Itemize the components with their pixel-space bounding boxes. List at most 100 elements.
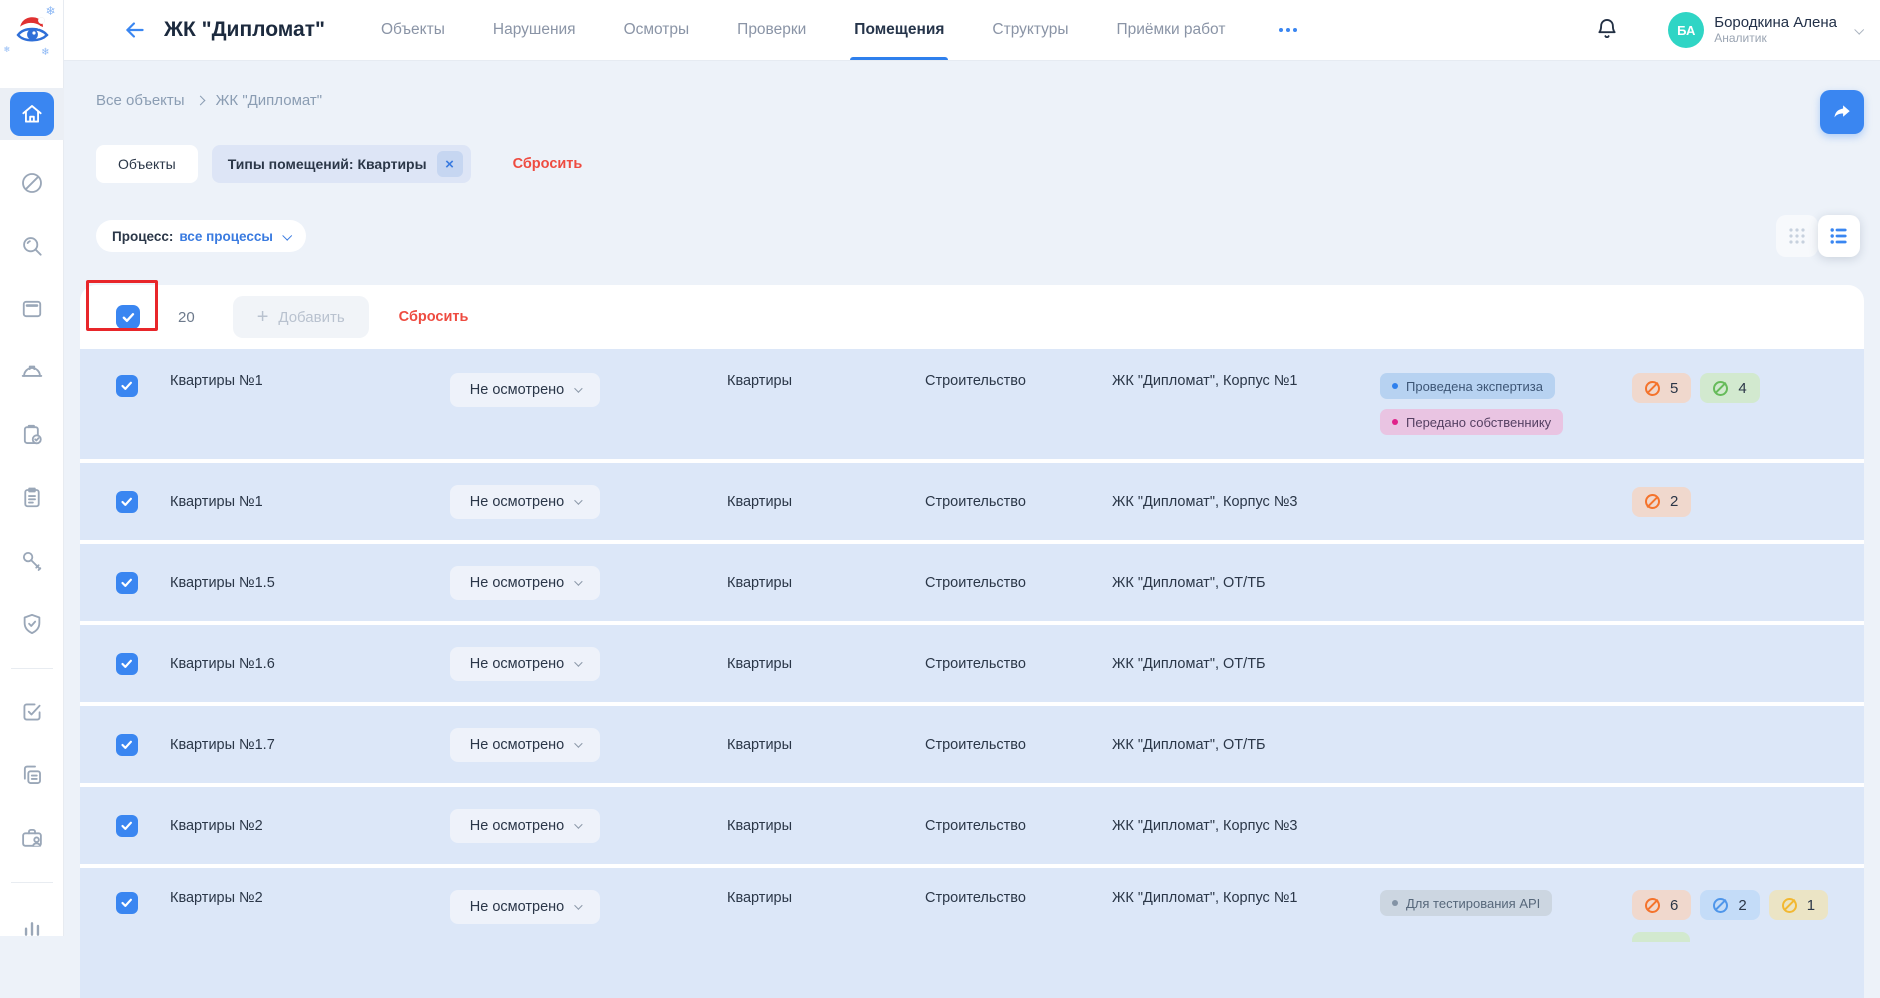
process-name: Строительство: [925, 575, 1112, 591]
add-button[interactable]: + Добавить: [233, 296, 369, 338]
table-row[interactable]: Квартиры №2Не осмотреноКвартирыСтроитель…: [80, 787, 1864, 864]
status-dropdown[interactable]: Не осмотрено: [450, 566, 600, 600]
sidebar-item-shield-check[interactable]: [12, 604, 52, 644]
snowflake-icon: ❄: [45, 4, 55, 18]
tab-проверки[interactable]: Проверки: [737, 0, 806, 60]
premise-location: ЖК "Дипломат", ОТ/ТБ: [1112, 575, 1380, 591]
tab-нарушения[interactable]: Нарушения: [493, 0, 576, 60]
premise-type: Квартиры: [727, 890, 925, 906]
row-checkbox[interactable]: [116, 572, 138, 594]
status-cell: Не осмотрено: [450, 373, 727, 407]
objects-filter-chip[interactable]: Объекты: [96, 145, 198, 183]
home-icon: [10, 92, 54, 136]
row-checkbox-cell: [116, 373, 170, 397]
status-dropdown[interactable]: Не осмотрено: [450, 373, 600, 407]
ellipsis-icon: [1293, 28, 1297, 32]
reset-filters-link[interactable]: Сбросить: [513, 156, 583, 172]
process-name: Строительство: [925, 737, 1112, 753]
tag-label: Для тестирования API: [1406, 896, 1540, 911]
row-checkbox[interactable]: [116, 491, 138, 513]
premise-type: Квартиры: [727, 373, 925, 389]
app-logo[interactable]: ❄ ❄ ❄: [0, 0, 64, 60]
status-dropdown[interactable]: Не осмотрено: [450, 647, 600, 681]
status-cell: Не осмотрено: [450, 566, 727, 600]
sidebar-item-home[interactable]: [0, 88, 64, 140]
sidebar-item-hard-hat[interactable]: [12, 352, 52, 392]
tab-объекты[interactable]: Объекты: [381, 0, 445, 60]
process-name: Строительство: [925, 656, 1112, 672]
sidebar-item-bar-chart[interactable]: [12, 906, 52, 946]
sidebar-item-clipboard-list[interactable]: [12, 478, 52, 518]
violation-count-badge: 4: [1700, 373, 1759, 403]
status-value: Не осмотрено: [470, 656, 564, 672]
sidebar: ❄ ❄ ❄: [0, 0, 64, 936]
type-filter-chip: Типы помещений: Квартиры ×: [212, 145, 471, 183]
row-checkbox[interactable]: [116, 734, 138, 756]
status-tag: Для тестирования API: [1380, 890, 1552, 916]
ellipsis-icon: [1286, 28, 1290, 32]
user-menu[interactable]: Бородкина Алена Аналитик: [1714, 14, 1837, 45]
share-arrow-icon: [1831, 101, 1853, 123]
user-name: Бородкина Алена: [1714, 14, 1837, 31]
status-dropdown[interactable]: Не осмотрено: [450, 809, 600, 843]
sidebar-item-copy[interactable]: [12, 755, 52, 795]
premise-name: Квартиры №1: [170, 373, 450, 389]
more-tabs-button[interactable]: [1273, 22, 1303, 38]
premise-name: Квартиры №1.6: [170, 656, 450, 672]
list-view-button[interactable]: [1818, 215, 1860, 257]
user-menu-chevron-icon[interactable]: [1854, 24, 1864, 34]
tab-структуры[interactable]: Структуры: [992, 0, 1068, 60]
chevron-down-icon: [574, 901, 582, 909]
tag-dot-icon: [1392, 419, 1398, 425]
status-dropdown[interactable]: Не осмотрено: [450, 728, 600, 762]
process-name: Строительство: [925, 494, 1112, 510]
status-dropdown[interactable]: Не осмотрено: [450, 485, 600, 519]
table-row[interactable]: Квартиры №1Не осмотреноКвартирыСтроитель…: [80, 463, 1864, 540]
table-row[interactable]: Квартиры №1.7Не осмотреноКвартирыСтроите…: [80, 706, 1864, 783]
status-dropdown[interactable]: Не осмотрено: [450, 890, 600, 924]
user-avatar[interactable]: БА: [1668, 12, 1704, 48]
table-row[interactable]: Квартиры №1.6Не осмотреноКвартирыСтроите…: [80, 625, 1864, 702]
tab-помещения[interactable]: Помещения: [854, 0, 944, 60]
tag-label: Проведена экспертиза: [1406, 379, 1543, 394]
row-checkbox[interactable]: [116, 815, 138, 837]
grid-view-button[interactable]: [1776, 215, 1818, 257]
tab-осмотры[interactable]: Осмотры: [624, 0, 690, 60]
remove-filter-button[interactable]: ×: [437, 151, 463, 177]
premise-location: ЖК "Дипломат", ОТ/ТБ: [1112, 656, 1380, 672]
sidebar-item-ban[interactable]: [12, 163, 52, 203]
table-row[interactable]: Квартиры №2Не осмотреноКвартирыСтроитель…: [80, 868, 1864, 998]
row-checkbox[interactable]: [116, 892, 138, 914]
sidebar-item-key[interactable]: [12, 541, 52, 581]
no-entry-icon: [1713, 381, 1728, 396]
sidebar-item-check-square[interactable]: [12, 692, 52, 732]
back-button[interactable]: [120, 15, 150, 45]
violation-badges-cell: 54: [1632, 373, 1864, 403]
badge-count: 2: [1670, 493, 1678, 510]
sidebar-item-clipboard-check[interactable]: [12, 415, 52, 455]
row-checkbox[interactable]: [116, 653, 138, 675]
breadcrumb-all-objects[interactable]: Все объекты: [96, 92, 185, 109]
violation-badges-cell: 621: [1632, 890, 1864, 920]
user-role: Аналитик: [1714, 32, 1837, 46]
row-checkbox-cell: [116, 491, 170, 513]
row-checkbox-cell: [116, 815, 170, 837]
table-row[interactable]: Квартиры №1.5Не осмотреноКвартирыСтроите…: [80, 544, 1864, 621]
grid-view-icon: [1785, 224, 1809, 248]
notifications-button[interactable]: [1594, 16, 1622, 44]
tab-приёмки-работ[interactable]: Приёмки работ: [1116, 0, 1225, 60]
sidebar-item-card[interactable]: [12, 289, 52, 329]
status-value: Не осмотрено: [470, 382, 564, 398]
reset-selection-link[interactable]: Сбросить: [399, 309, 469, 325]
process-filter-dropdown[interactable]: Процесс: все процессы: [96, 220, 306, 252]
snowflake-icon: ❄: [4, 45, 11, 54]
sidebar-item-briefcase-user[interactable]: [12, 818, 52, 858]
process-name: Строительство: [925, 373, 1112, 389]
breadcrumb: Все объекты ЖК "Дипломат": [96, 92, 1880, 109]
row-checkbox[interactable]: [116, 375, 138, 397]
sidebar-item-search[interactable]: [12, 226, 52, 266]
select-all-checkbox[interactable]: [116, 305, 140, 329]
breadcrumb-chevron-icon: [195, 96, 205, 106]
share-button[interactable]: [1820, 90, 1864, 134]
table-row[interactable]: Квартиры №1 Не осмотрено КвартирыСтроитель…: [80, 349, 1864, 459]
